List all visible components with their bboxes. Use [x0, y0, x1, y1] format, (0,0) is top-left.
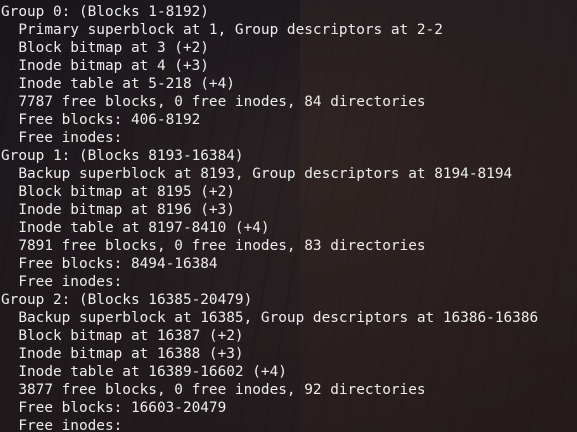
- terminal-line: 7787 free blocks, 0 free inodes, 84 dire…: [1, 94, 426, 110]
- terminal-line: Group 2: (Blocks 16385-20479): [1, 292, 253, 308]
- terminal-line: Free inodes:: [1, 418, 123, 432]
- terminal-line: Inode table at 5-218 (+4): [1, 76, 235, 92]
- terminal-line: Primary superblock at 1, Group descripto…: [1, 22, 443, 38]
- terminal-window[interactable]: Group 0: (Blocks 1-8192) Primary superbl…: [0, 0, 577, 432]
- terminal-line: Free inodes:: [1, 130, 123, 146]
- terminal-line: Inode table at 16389-16602 (+4): [1, 364, 287, 380]
- terminal-line: 7891 free blocks, 0 free inodes, 83 dire…: [1, 238, 426, 254]
- terminal-line: Inode table at 8197-8410 (+4): [1, 220, 270, 236]
- terminal-output: Group 0: (Blocks 1-8192) Primary superbl…: [1, 3, 538, 432]
- terminal-line: Inode bitmap at 16388 (+3): [1, 346, 244, 362]
- terminal-line: Free blocks: 16603-20479: [1, 400, 227, 416]
- terminal-line: Backup superblock at 16385, Group descri…: [1, 310, 539, 326]
- terminal-line: Free blocks: 406-8192: [1, 112, 201, 128]
- terminal-line: Free blocks: 8494-16384: [1, 256, 218, 272]
- terminal-line: Block bitmap at 16387 (+2): [1, 328, 244, 344]
- terminal-line: Inode bitmap at 8196 (+3): [1, 202, 235, 218]
- terminal-line: Group 1: (Blocks 8193-16384): [1, 148, 244, 164]
- terminal-line: Free inodes:: [1, 274, 123, 290]
- terminal-line: Backup superblock at 8193, Group descrip…: [1, 166, 513, 182]
- terminal-line: Block bitmap at 3 (+2): [1, 40, 209, 56]
- terminal-line: Group 0: (Blocks 1-8192): [1, 4, 209, 20]
- terminal-line: 3877 free blocks, 0 free inodes, 92 dire…: [1, 382, 426, 398]
- terminal-line: Block bitmap at 8195 (+2): [1, 184, 235, 200]
- terminal-line: Inode bitmap at 4 (+3): [1, 58, 209, 74]
